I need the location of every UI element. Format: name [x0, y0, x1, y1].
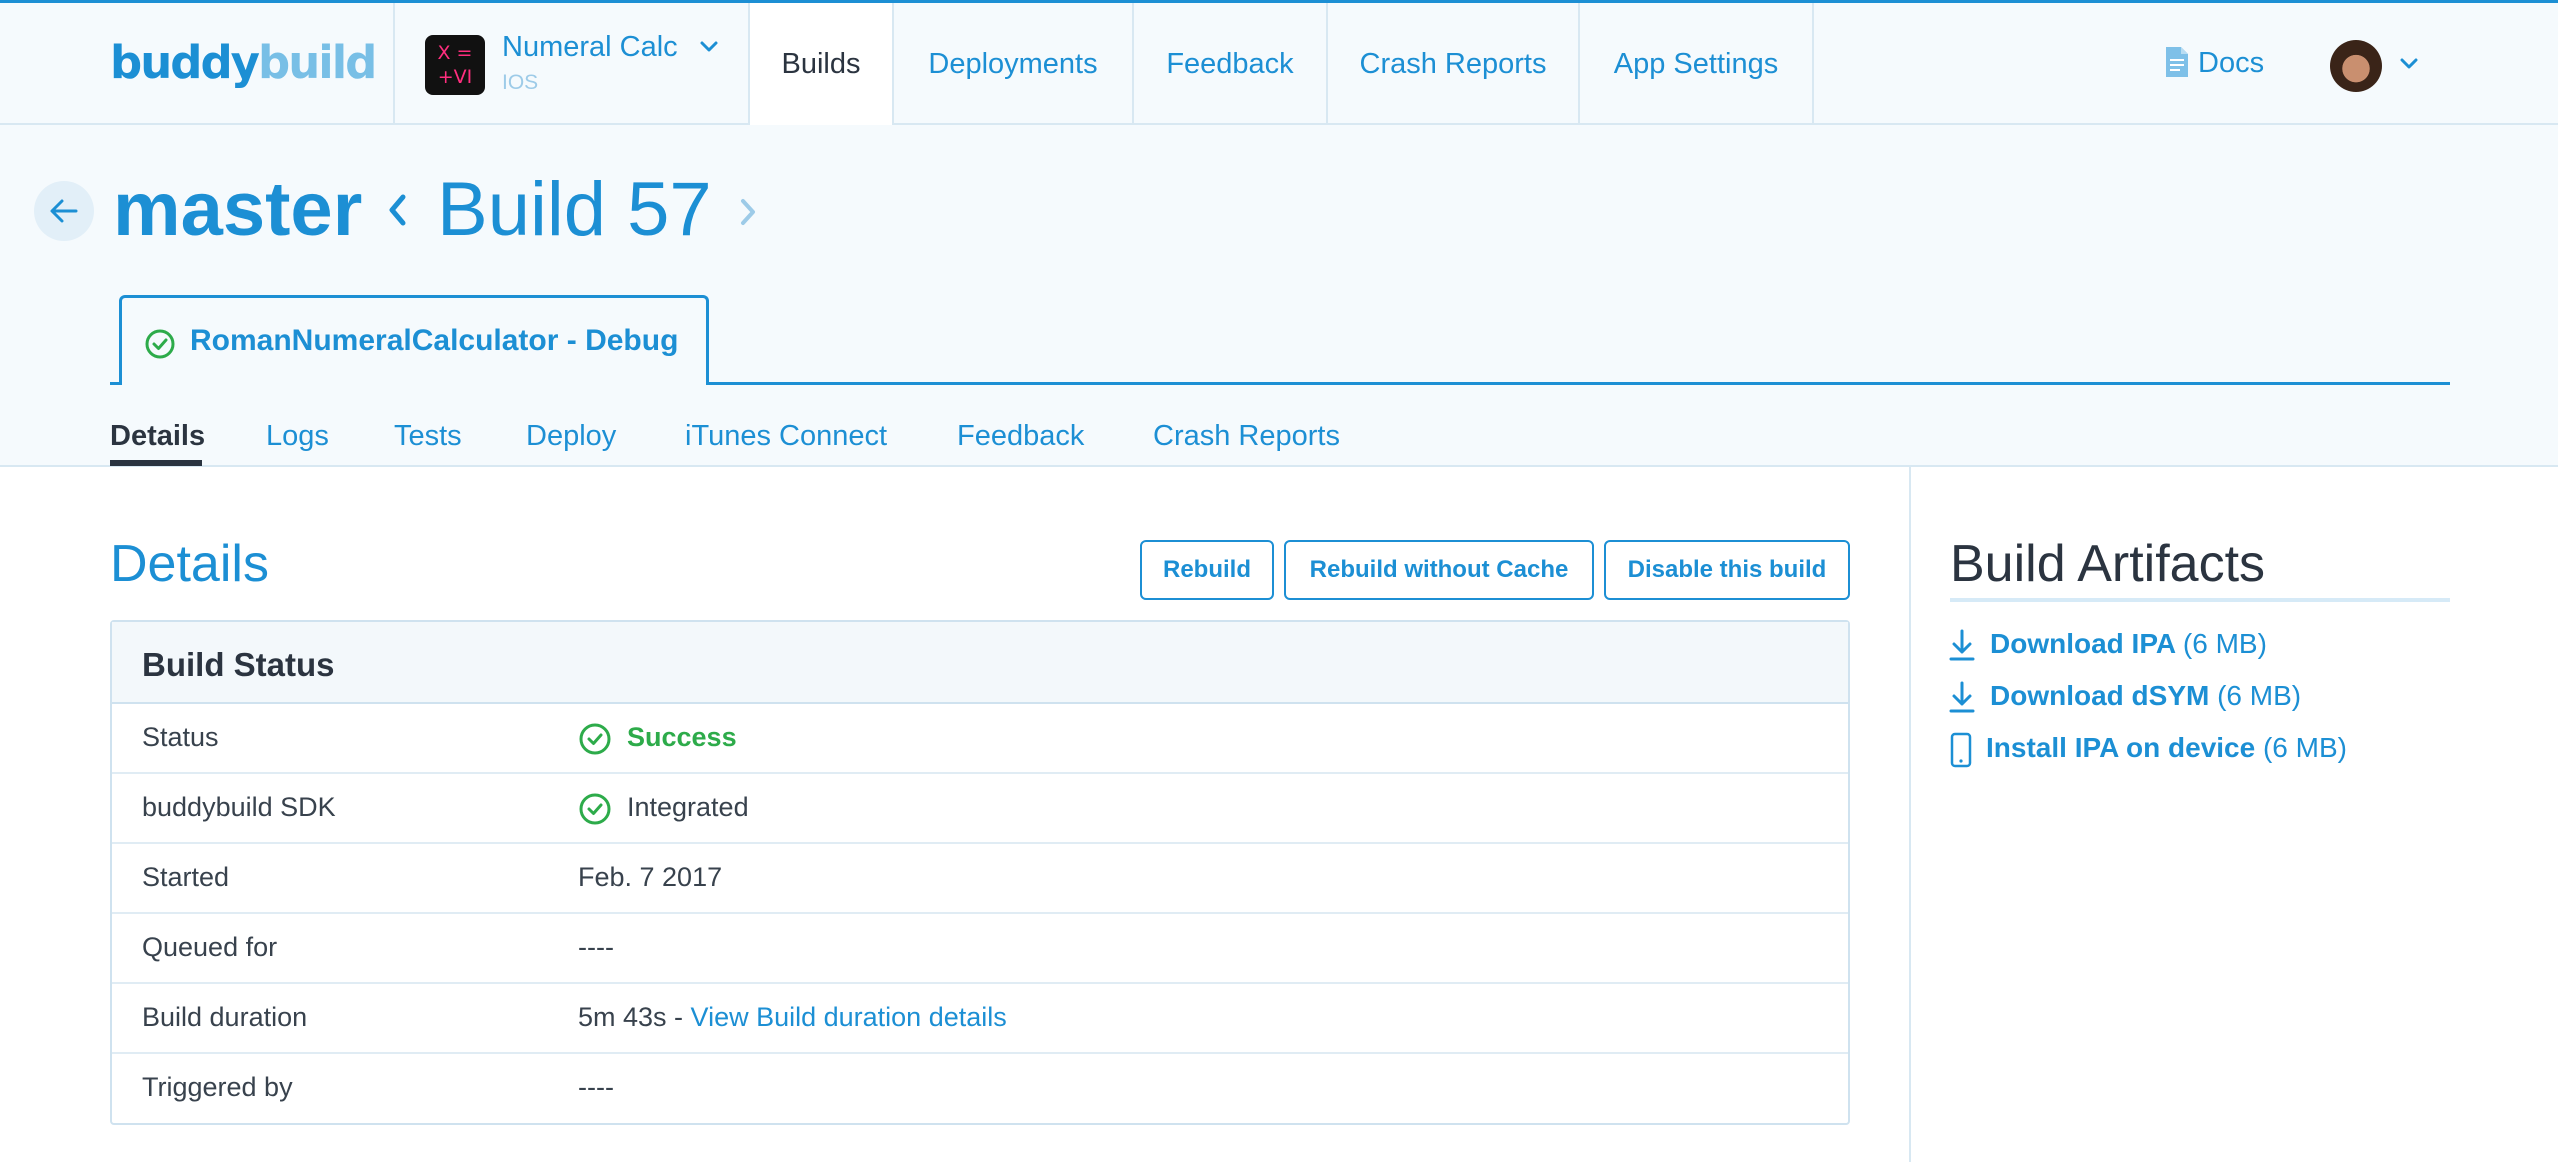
- disable-build-button[interactable]: Disable this build: [1604, 540, 1850, 600]
- subtab-deploy[interactable]: Deploy: [526, 418, 616, 454]
- artifact-size: (6 MB): [2182, 628, 2267, 659]
- chevron-right-icon[interactable]: [738, 197, 758, 227]
- rebuild-button[interactable]: Rebuild: [1140, 540, 1274, 600]
- buddybuild-logo[interactable]: buddybuild: [110, 33, 377, 93]
- subtab-crash-reports[interactable]: Crash Reports: [1153, 418, 1340, 454]
- app-icon-line-2: +VI: [437, 66, 473, 88]
- row-label: Triggered by: [142, 1072, 293, 1102]
- artifact-label: Install IPA on device: [1986, 732, 2256, 763]
- sdk-text: Integrated: [627, 792, 749, 822]
- subtab-itunes-connect[interactable]: iTunes Connect: [685, 418, 887, 454]
- chevron-down-icon: [700, 41, 718, 52]
- row-label: Queued for: [142, 932, 278, 962]
- artifacts-divider: [1950, 598, 2450, 602]
- docs-label: Docs: [2198, 47, 2265, 79]
- nav-tab-crash-reports[interactable]: Crash Reports: [1328, 3, 1578, 125]
- app-platform: IOS: [502, 71, 539, 94]
- row-value: Feb. 7 2017: [578, 862, 723, 892]
- build-artifacts-title: Build Artifacts: [1950, 535, 2266, 593]
- logo-text-buddy: buddy: [110, 36, 260, 89]
- check-circle-icon: [579, 723, 611, 755]
- back-arrow-icon: [50, 199, 78, 223]
- table-title: Build Status: [142, 646, 335, 683]
- nav-tab-deployments[interactable]: Deployments: [894, 3, 1132, 125]
- download-icon: [1949, 681, 1975, 713]
- logo-text-build: build: [258, 36, 377, 89]
- document-icon: [2166, 47, 2188, 77]
- subtab-details[interactable]: Details: [110, 418, 205, 454]
- docs-link[interactable]: Docs: [2164, 43, 2264, 83]
- row-label: Status: [142, 722, 219, 752]
- nav-divider: [1812, 3, 1814, 125]
- app-switcher[interactable]: X = +VI Numeral Calc IOS: [395, 3, 748, 125]
- active-subtab-indicator: [110, 460, 202, 466]
- nav-tab-builds[interactable]: Builds: [750, 3, 892, 125]
- scheme-label: RomanNumeralCalculator - Debug: [190, 324, 679, 357]
- row-value: ----: [578, 932, 614, 962]
- build-number: Build 57: [437, 167, 712, 252]
- artifact-label: Download dSYM: [1990, 680, 2210, 711]
- subtab-logs[interactable]: Logs: [266, 418, 329, 454]
- download-icon: [1949, 629, 1975, 661]
- details-title: Details: [110, 535, 269, 593]
- duration-text: 5m 43s -: [578, 1002, 691, 1032]
- phone-icon: [1950, 732, 1972, 768]
- chevron-left-icon[interactable]: [387, 193, 409, 227]
- row-value: ----: [578, 1072, 614, 1102]
- table-row: buddybuild SDK Integrated: [112, 774, 1848, 844]
- view-duration-details-link[interactable]: View Build duration details: [691, 1002, 1007, 1032]
- table-row: Build duration 5m 43s - View Build durat…: [112, 984, 1848, 1054]
- status-text: Success: [627, 722, 737, 752]
- table-row: Triggered by ----: [112, 1054, 1848, 1124]
- row-label: Started: [142, 862, 230, 892]
- app-name: Numeral Calc: [502, 31, 678, 63]
- table-header: Build Status: [112, 622, 1848, 704]
- duration-value: 5m 43s - View Build duration details: [578, 1002, 1007, 1033]
- artifact-size: (6 MB): [2262, 732, 2347, 763]
- branch-name[interactable]: master: [113, 165, 362, 255]
- app-icon-line-1: X =: [437, 42, 473, 64]
- table-row: Started Feb. 7 2017: [112, 844, 1848, 914]
- row-label: buddybuild SDK: [142, 792, 336, 822]
- artifact-size: (6 MB): [2217, 680, 2302, 711]
- chevron-down-icon[interactable]: [2396, 51, 2422, 77]
- check-circle-icon: [579, 793, 611, 825]
- check-circle-icon: [145, 329, 175, 359]
- app-icon: X = +VI: [425, 35, 485, 95]
- back-button[interactable]: [34, 181, 94, 241]
- subtab-tests[interactable]: Tests: [394, 418, 462, 454]
- nav-tab-feedback[interactable]: Feedback: [1134, 3, 1326, 125]
- nav-tab-app-settings[interactable]: App Settings: [1580, 3, 1812, 125]
- subtab-feedback[interactable]: Feedback: [957, 418, 1084, 454]
- table-row: Queued for ----: [112, 914, 1848, 984]
- row-label: Build duration: [142, 1002, 308, 1032]
- user-avatar[interactable]: [2330, 40, 2382, 92]
- scheme-tab[interactable]: RomanNumeralCalculator - Debug: [119, 295, 709, 385]
- build-status-table: Build Status Status Success buddybuild S…: [110, 620, 1850, 1125]
- artifact-label: Download IPA: [1990, 628, 2176, 659]
- rebuild-without-cache-button[interactable]: Rebuild without Cache: [1284, 540, 1594, 600]
- table-row: Status Success: [112, 704, 1848, 774]
- column-divider: [1909, 467, 1911, 1162]
- top-navigation-bar: buddybuild X = +VI Numeral Calc IOS Buil…: [0, 0, 2558, 125]
